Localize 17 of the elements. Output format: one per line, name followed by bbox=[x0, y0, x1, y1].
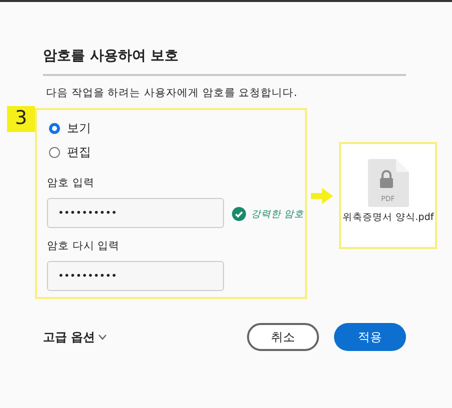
step-badge: 3 bbox=[7, 106, 35, 132]
apply-button[interactable]: 적용 bbox=[334, 323, 406, 351]
advanced-options-toggle[interactable]: 고급 옵션 bbox=[43, 328, 108, 346]
password-field[interactable]: •••••••••• bbox=[47, 198, 224, 228]
pdf-file-icon bbox=[367, 159, 409, 207]
file-name: 위축증명서 양식.pdf bbox=[342, 211, 434, 224]
radio-option[interactable]: 편집 bbox=[49, 140, 91, 164]
dialog-title: 암호를 사용하여 보호 bbox=[43, 47, 180, 66]
cancel-button[interactable]: 취소 bbox=[247, 323, 319, 351]
strength-text: 강력한 암호 bbox=[251, 208, 304, 220]
chevron-icon bbox=[98, 334, 108, 340]
password-field[interactable]: •••••••••• bbox=[47, 261, 224, 291]
field-label: 암호 다시 입력 bbox=[47, 239, 121, 253]
field-label: 암호 입력 bbox=[47, 176, 96, 190]
description: 다음 작업을 하려는 사용자에게 암호를 요청합니다. bbox=[46, 86, 298, 100]
arrow-icon bbox=[311, 188, 333, 204]
radio-option[interactable]: 보기 bbox=[49, 116, 91, 140]
